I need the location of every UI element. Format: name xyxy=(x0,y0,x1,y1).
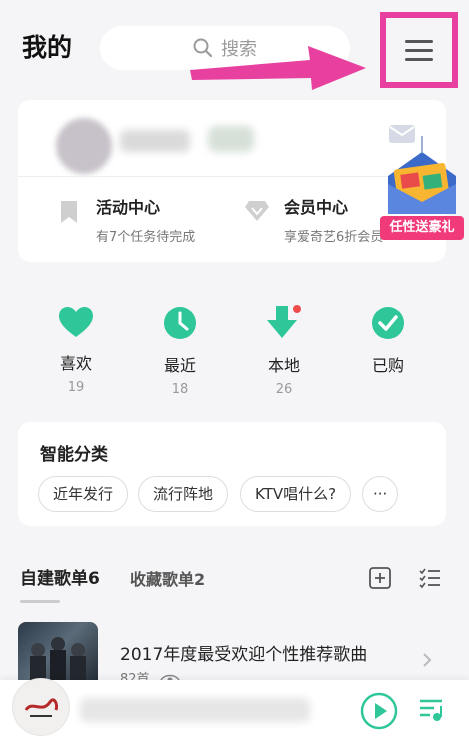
member-center-subtitle: 享爱奇艺6折会员 xyxy=(284,230,384,245)
chip-popular[interactable]: 流行阵地 xyxy=(138,476,229,512)
activity-center-subtitle: 有7个任务待完成 xyxy=(96,230,196,245)
level-badge xyxy=(208,126,254,152)
tab-created-playlists[interactable]: 自建歌单6 xyxy=(20,564,100,589)
avatar[interactable] xyxy=(56,118,112,174)
playlist-tabs: 自建歌单6 收藏歌单2 xyxy=(20,564,450,604)
page-title: 我的 xyxy=(22,33,73,62)
play-pause-icon[interactable] xyxy=(360,692,398,730)
smart-category-title: 智能分类 xyxy=(40,445,108,465)
annotation-arrow-icon xyxy=(190,46,366,90)
playlist-queue-icon[interactable] xyxy=(418,696,446,724)
check-icon xyxy=(372,307,404,339)
menu-button[interactable] xyxy=(380,12,458,88)
local-count: 26 xyxy=(275,382,293,397)
album-disc[interactable] xyxy=(12,678,70,736)
manage-list-icon[interactable] xyxy=(418,566,442,590)
tab-collected-playlists[interactable]: 收藏歌单2 xyxy=(130,566,205,590)
purchased-label: 已购 xyxy=(371,356,404,375)
mini-player[interactable] xyxy=(0,678,469,743)
album-art-icon xyxy=(13,679,69,735)
username xyxy=(120,130,190,152)
add-playlist-icon[interactable] xyxy=(368,566,392,590)
tab-indicator xyxy=(20,600,60,603)
favorites-entry[interactable]: 喜欢 19 xyxy=(46,306,106,395)
recent-entry[interactable]: 最近 18 xyxy=(150,306,210,397)
clock-icon xyxy=(164,307,196,339)
favorites-label: 喜欢 xyxy=(59,354,92,373)
promo-label: 任性送豪礼 xyxy=(380,216,464,240)
chip-ktv[interactable]: KTV唱什么? xyxy=(240,476,352,512)
promo-gift[interactable]: 任性送豪礼 xyxy=(380,136,464,240)
recent-label: 最近 xyxy=(163,356,196,375)
chip-more[interactable]: ··· xyxy=(362,476,399,512)
song-title xyxy=(80,698,310,722)
playlist-title: 2017年度最受欢迎个性推荐歌曲 xyxy=(120,645,368,665)
recent-count: 18 xyxy=(171,382,189,397)
member-center[interactable]: 会员中心 享爱奇艺6折会员 xyxy=(244,194,383,245)
chip-recent-releases[interactable]: 近年发行 xyxy=(38,476,129,512)
chevron-right-icon xyxy=(423,653,432,667)
heart-icon xyxy=(59,307,93,337)
local-entry[interactable]: 本地 26 xyxy=(254,304,314,397)
notification-dot xyxy=(293,305,301,313)
favorites-count: 19 xyxy=(67,380,85,395)
member-center-title: 会员中心 xyxy=(284,198,349,217)
gift-envelope-icon xyxy=(388,136,456,214)
activity-center[interactable]: 活动中心 有7个任务待完成 xyxy=(56,194,195,245)
header: 我的 搜索 xyxy=(0,0,469,95)
purchased-entry[interactable]: 已购 xyxy=(358,306,418,382)
local-label: 本地 xyxy=(267,356,300,375)
diamond-icon xyxy=(245,201,269,221)
smart-category-card: 智能分类 近年发行 流行阵地 KTV唱什么? ··· xyxy=(18,422,446,526)
activity-center-title: 活动中心 xyxy=(96,198,161,217)
bookmark-icon xyxy=(61,201,77,223)
menu-icon xyxy=(405,39,433,43)
download-icon xyxy=(267,305,301,338)
quick-access: 喜欢 19 最近 18 本地 26 已购 xyxy=(18,300,446,400)
